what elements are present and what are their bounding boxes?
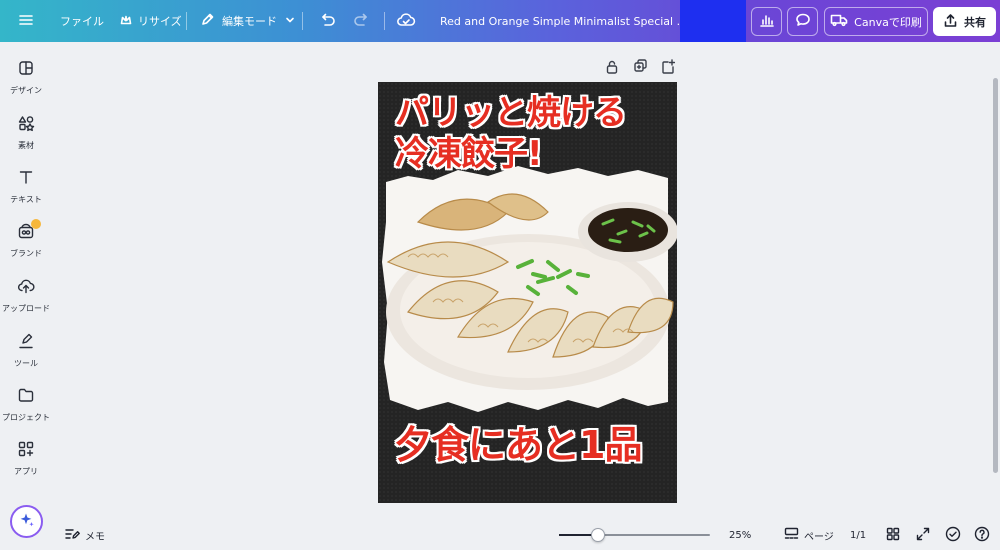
expand-icon xyxy=(916,527,930,544)
menu-button[interactable] xyxy=(18,0,34,42)
grid-icon xyxy=(886,527,900,544)
zoom-slider-thumb[interactable] xyxy=(591,528,605,542)
undo-icon xyxy=(318,12,336,31)
fullscreen-button[interactable] xyxy=(916,520,930,550)
draw-icon xyxy=(17,332,35,354)
folder-icon xyxy=(17,386,35,408)
pages-label: ページ xyxy=(804,531,834,543)
pages-button[interactable]: ページ xyxy=(784,520,834,550)
premium-crown-badge xyxy=(31,219,41,229)
file-menu[interactable]: ファイル xyxy=(60,0,104,42)
hamburger-icon xyxy=(18,12,34,31)
cloud-icon xyxy=(396,12,416,31)
pencil-icon xyxy=(200,12,215,30)
divider xyxy=(186,12,187,30)
notes-icon xyxy=(64,527,80,544)
file-menu-label: ファイル xyxy=(60,15,104,28)
sidebar-item-label: アップロード xyxy=(2,304,50,313)
sidebar-item-draw[interactable]: ツール xyxy=(0,332,52,378)
elements-icon xyxy=(17,114,35,136)
pages-icon xyxy=(784,527,799,543)
design-icon xyxy=(17,59,35,81)
help-icon xyxy=(974,526,990,545)
cloud-save-status[interactable] xyxy=(396,0,416,42)
top-toolbar: ファイル リサイズ 編集モード Red and Orange Simple Mi… xyxy=(0,0,1000,42)
sidebar-item-label: ツール xyxy=(14,359,38,368)
zoom-slider[interactable] xyxy=(559,528,710,542)
redo-button[interactable] xyxy=(353,0,371,42)
chevron-down-icon xyxy=(284,14,296,29)
title-highlight xyxy=(680,0,746,42)
vertical-scrollbar[interactable] xyxy=(993,78,998,473)
duplicate-icon[interactable] xyxy=(633,59,647,77)
sidebar-item-brand[interactable]: ブランド xyxy=(0,219,52,268)
edit-mode-dropdown[interactable]: 編集モード xyxy=(200,0,296,42)
comment-button[interactable] xyxy=(787,7,818,36)
zoom-value: 25% xyxy=(729,529,752,541)
notes-label: メモ xyxy=(85,531,105,543)
divider xyxy=(384,12,385,30)
page-counter-value: 1/1 xyxy=(850,529,867,541)
sidebar-item-apps[interactable]: アプリ xyxy=(0,440,52,486)
insights-button[interactable] xyxy=(751,7,782,36)
check-button[interactable] xyxy=(945,520,961,550)
undo-button[interactable] xyxy=(318,0,336,42)
grid-view-button[interactable] xyxy=(886,520,900,550)
resize-label: リサイズ xyxy=(138,15,182,28)
document-title[interactable]: Red and Orange Simple Minimalist Special… xyxy=(428,0,680,42)
sidebar-item-label: アプリ xyxy=(14,467,38,476)
sidebar-item-label: デザイン xyxy=(10,86,42,95)
notes-button[interactable]: メモ xyxy=(64,520,105,550)
redo-icon xyxy=(353,12,371,31)
text-icon xyxy=(17,168,35,190)
help-button[interactable] xyxy=(974,520,990,550)
bottom-bar: メモ 25% ページ 1/1 xyxy=(0,520,1000,550)
design-page[interactable]: パリッと焼ける 冷凍餃子! 夕食にあと1品 xyxy=(378,82,677,503)
divider xyxy=(302,12,303,30)
share-label: 共有 xyxy=(964,15,986,29)
resize-button[interactable]: リサイズ xyxy=(120,0,182,42)
sidebar-item-projects[interactable]: プロジェクト xyxy=(0,386,52,432)
sidebar-item-label: ブランド xyxy=(10,249,42,258)
share-upload-icon xyxy=(943,13,958,31)
print-label: Canvaで印刷 xyxy=(854,15,922,29)
sidebar-item-elements[interactable]: 素材 xyxy=(0,114,52,160)
share-button[interactable]: 共有 xyxy=(933,7,996,36)
zoom-percentage[interactable]: 25% xyxy=(729,520,751,550)
document-title-text: Red and Orange Simple Minimalist Special… xyxy=(440,14,680,28)
subline-text[interactable]: 夕食にあと1品 xyxy=(394,423,642,467)
sidebar-item-label: プロジェクト xyxy=(2,413,50,422)
check-circle-icon xyxy=(945,526,961,545)
crown-icon xyxy=(120,14,132,29)
apps-icon xyxy=(17,440,35,462)
sidebar-item-label: 素材 xyxy=(18,141,34,150)
sidebar-item-label: テキスト xyxy=(10,195,42,204)
truck-icon xyxy=(830,13,848,30)
comment-icon xyxy=(795,12,811,31)
page-counter[interactable]: 1/1 xyxy=(850,520,866,550)
page-tools xyxy=(605,59,676,77)
edit-mode-label: 編集モード xyxy=(222,15,277,28)
left-sidebar: デザイン 素材 テキスト ブランド アップロード ツール プロジェクト アプリ xyxy=(0,42,52,550)
sidebar-item-uploads[interactable]: アップロード xyxy=(0,277,52,323)
upload-icon xyxy=(17,277,35,299)
print-with-canva-button[interactable]: Canvaで印刷 xyxy=(824,7,928,36)
sidebar-item-design[interactable]: デザイン xyxy=(0,59,52,105)
sidebar-item-text[interactable]: テキスト xyxy=(0,168,52,214)
gyoza-photo[interactable] xyxy=(378,162,677,427)
lock-icon[interactable] xyxy=(605,59,619,77)
headline-line-1: パリッと焼ける xyxy=(395,93,627,133)
add-page-icon[interactable] xyxy=(661,59,676,77)
bar-chart-icon xyxy=(759,12,775,31)
